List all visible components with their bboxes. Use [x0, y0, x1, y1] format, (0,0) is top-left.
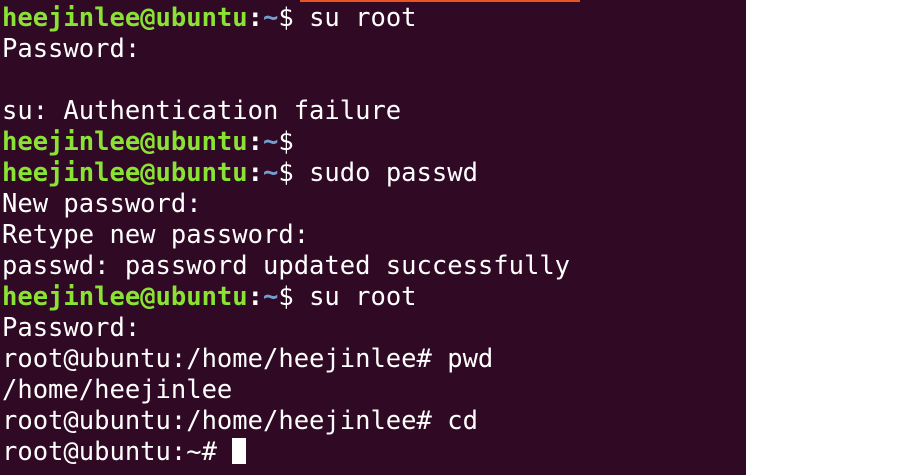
command-text: su root: [293, 3, 417, 33]
prompt-separator: :: [247, 3, 263, 33]
prompt-symbol: $: [278, 158, 294, 188]
terminal-line: heejinlee@ubuntu:~$ su root: [0, 3, 570, 34]
terminal-input-line[interactable]: root@ubuntu:~#: [0, 437, 570, 468]
prompt-path: ~: [263, 3, 279, 33]
prompt-user: heejinlee@ubuntu: [2, 3, 248, 33]
prompt-path: ~: [263, 282, 279, 312]
prompt-separator: :: [247, 282, 263, 312]
prompt-path: ~: [263, 158, 279, 188]
prompt-user: heejinlee@ubuntu: [2, 158, 248, 188]
terminal-line: /home/heejinlee: [2, 375, 233, 405]
terminal-line: passwd: password updated successfully: [2, 251, 571, 281]
text-cursor: [232, 438, 247, 464]
prompt-user: heejinlee@ubuntu: [2, 127, 248, 157]
title-accent-strip: [300, 0, 580, 2]
root-prompt: root@ubuntu:~#: [2, 437, 233, 467]
terminal-line: Password:: [2, 34, 141, 64]
terminal-line: Password:: [2, 313, 141, 343]
prompt-separator: :: [247, 127, 263, 157]
terminal-output: heejinlee@ubuntu:~$ su root Password: su…: [0, 3, 570, 468]
prompt-symbol: $: [278, 282, 294, 312]
terminal-line: root@ubuntu:/home/heejinlee# cd: [2, 406, 478, 436]
command-text: sudo passwd: [293, 158, 478, 188]
prompt-symbol: $: [278, 3, 294, 33]
terminal-line: heejinlee@ubuntu:~$ sudo passwd: [0, 158, 570, 189]
terminal-line: heejinlee@ubuntu:~$ su root: [0, 282, 570, 313]
terminal-line: heejinlee@ubuntu:~$: [0, 127, 570, 158]
terminal-line: su: Authentication failure: [2, 96, 402, 126]
terminal-line: New password:: [2, 189, 202, 219]
prompt-symbol: $: [278, 127, 294, 157]
command-text: su root: [293, 282, 417, 312]
terminal-line: Retype new password:: [2, 220, 310, 250]
prompt-path: ~: [263, 127, 279, 157]
terminal-window[interactable]: heejinlee@ubuntu:~$ su root Password: su…: [0, 0, 746, 475]
terminal-line: root@ubuntu:/home/heejinlee# pwd: [2, 344, 494, 374]
prompt-separator: :: [247, 158, 263, 188]
prompt-user: heejinlee@ubuntu: [2, 282, 248, 312]
